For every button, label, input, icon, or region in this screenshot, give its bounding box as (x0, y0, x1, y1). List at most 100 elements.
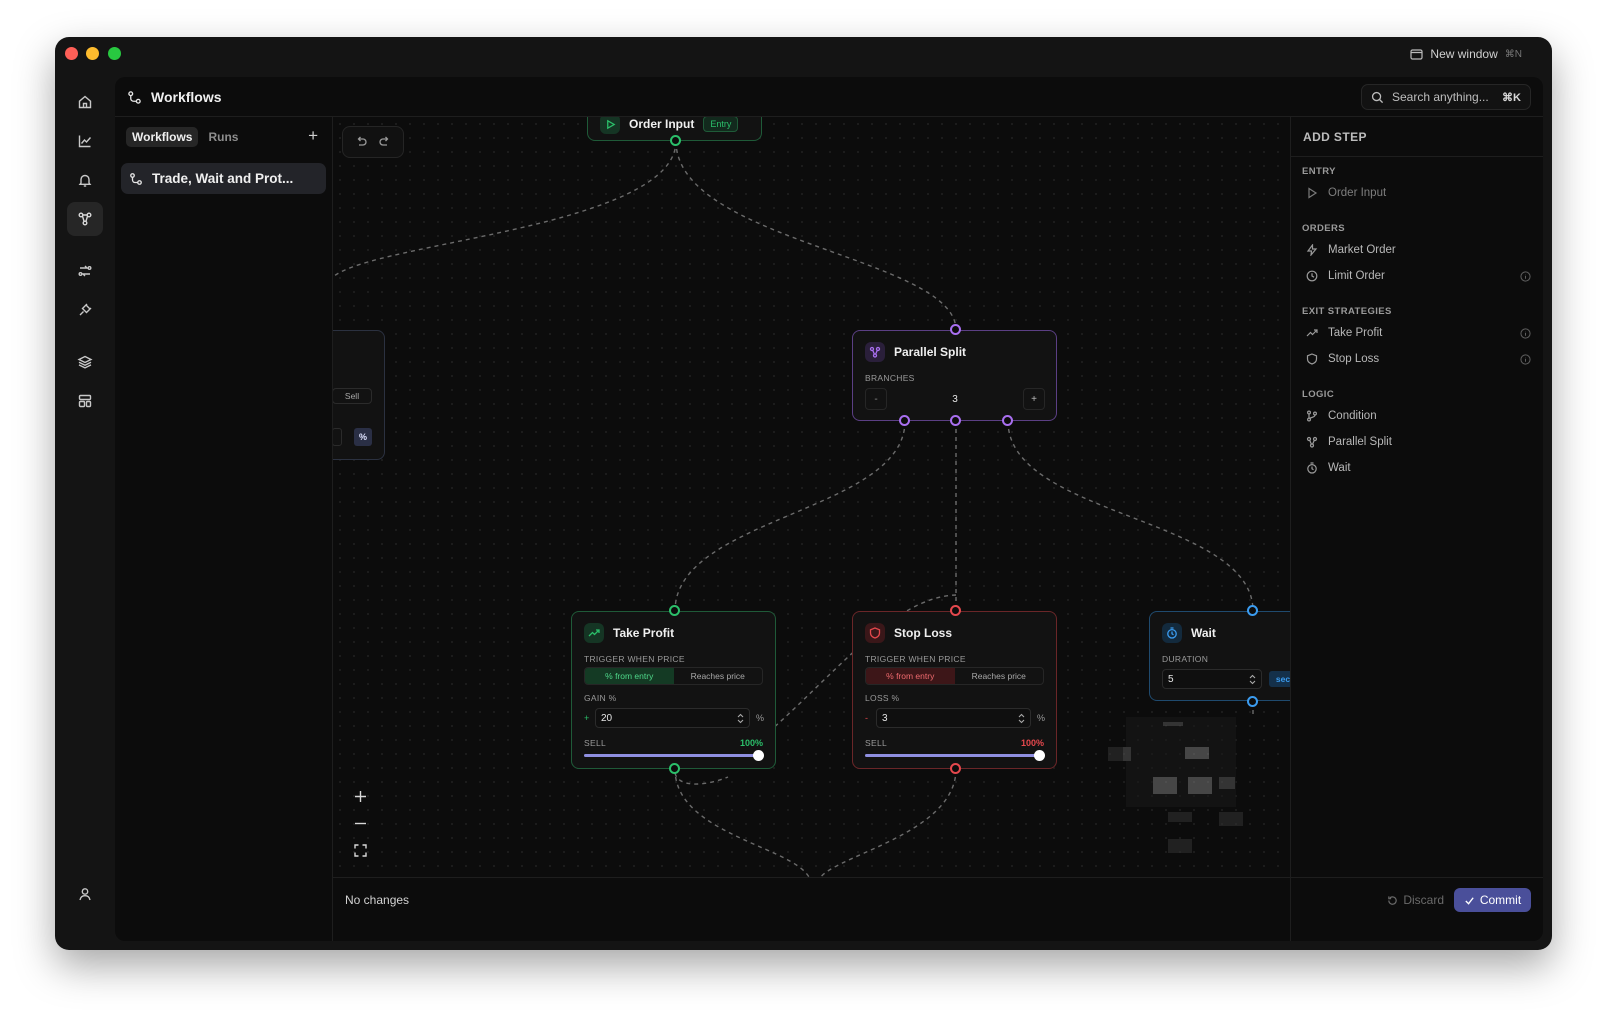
stop-loss-out-port[interactable] (950, 763, 961, 774)
minimap[interactable] (1108, 717, 1258, 867)
split-out-port-3[interactable] (1002, 415, 1013, 426)
redo-icon[interactable] (378, 135, 392, 149)
sell-slider-handle[interactable] (1034, 750, 1045, 761)
step-take-profit[interactable]: Take Profit (1306, 323, 1531, 343)
step-label: Condition (1328, 410, 1377, 422)
sell-label: SELL (865, 738, 887, 748)
branches-increment-button[interactable]: + (1023, 388, 1045, 410)
minimize-button[interactable] (86, 47, 99, 60)
split-in-port[interactable] (950, 324, 961, 335)
step-stop-loss[interactable]: Stop Loss (1306, 349, 1531, 369)
take-profit-in-port[interactable] (669, 605, 680, 616)
add-workflow-button[interactable]: + (308, 127, 318, 144)
parallel-split-node[interactable]: Parallel Split BRANCHES - 3 + (852, 330, 1057, 421)
workflow-icon (130, 172, 142, 185)
nav-charts[interactable] (67, 124, 103, 158)
nav-strategies[interactable] (67, 254, 103, 288)
duration-input[interactable]: 5 (1162, 669, 1262, 689)
connection-profit-back (674, 772, 729, 785)
step-condition[interactable]: Condition (1306, 406, 1531, 426)
plus-icon (355, 790, 366, 802)
nav-workflows[interactable] (67, 202, 103, 236)
info-icon[interactable] (1520, 327, 1531, 339)
stepper-icon[interactable] (1249, 674, 1256, 685)
info-icon[interactable] (1520, 270, 1531, 282)
maximize-button[interactable] (108, 47, 121, 60)
wait-node[interactable]: Wait DURATION 5 sec (1149, 611, 1290, 701)
parallel-split-title: Parallel Split (894, 345, 967, 359)
sell-label: SELL (584, 738, 606, 748)
fit-view-button[interactable] (347, 839, 374, 861)
step-market-order[interactable]: Market Order (1306, 240, 1531, 260)
page-title-text: Workflows (151, 89, 222, 105)
plug-icon (79, 303, 92, 316)
stepper-icon[interactable] (1018, 713, 1025, 724)
loss-value: 3 (882, 712, 888, 724)
panel-tabs: Workflows Runs (126, 127, 244, 147)
duration-unit-select[interactable]: sec (1269, 671, 1290, 687)
search-placeholder: Search anything... (1392, 90, 1489, 104)
undo-icon[interactable] (354, 135, 368, 149)
stepper-icon[interactable] (737, 713, 744, 724)
trigger-option-from-entry[interactable]: % from entry (866, 668, 955, 684)
workflow-canvas[interactable]: Sell % Order Input Entry Parallel Split (333, 117, 1290, 877)
wait-in-port[interactable] (1247, 605, 1258, 616)
workflow-list-item[interactable]: Trade, Wait and Prot... (121, 163, 326, 194)
trigger-option-reaches-price[interactable]: Reaches price (674, 668, 763, 684)
app-header: Workflows Search anything... ⌘K (115, 77, 1543, 117)
order-input-header: Order Input Entry (600, 117, 739, 134)
stop-loss-in-port[interactable] (950, 605, 961, 616)
timer-icon (1307, 462, 1317, 474)
branches-stepper: - 3 + (865, 388, 1045, 410)
sell-slider-track[interactable] (584, 750, 764, 761)
split-out-port-1[interactable] (899, 415, 910, 426)
step-wait[interactable]: Wait (1306, 458, 1531, 478)
step-limit-order[interactable]: Limit Order (1306, 266, 1531, 286)
trigger-toggle: % from entry Reaches price (584, 667, 763, 685)
gain-input[interactable]: 20 (595, 708, 750, 728)
shield-icon (1306, 353, 1318, 365)
new-window-button[interactable]: New window ⌘N (1410, 47, 1522, 61)
duration-value: 5 (1168, 673, 1174, 685)
fit-view-icon (354, 843, 367, 857)
tab-workflows[interactable]: Workflows (126, 127, 199, 147)
zoom-out-button[interactable] (347, 812, 374, 834)
tab-runs[interactable]: Runs (202, 127, 244, 147)
close-button[interactable] (65, 47, 78, 60)
trigger-option-from-entry[interactable]: % from entry (585, 668, 674, 684)
trigger-option-reaches-price[interactable]: Reaches price (955, 668, 1044, 684)
home-icon (78, 95, 92, 109)
nav-layers[interactable] (67, 345, 103, 379)
wait-out-port[interactable] (1247, 696, 1258, 707)
sell-value: 100% (739, 738, 763, 748)
search-input[interactable]: Search anything... ⌘K (1361, 84, 1531, 110)
stop-loss-node[interactable]: Stop Loss TRIGGER WHEN PRICE % from entr… (852, 611, 1057, 769)
zoom-in-button[interactable] (347, 785, 374, 807)
wait-header: Wait (1162, 623, 1216, 643)
take-profit-header: Take Profit (584, 623, 674, 643)
partial-stepper[interactable] (333, 428, 342, 446)
take-profit-node[interactable]: Take Profit TRIGGER WHEN PRICE % from en… (571, 611, 776, 769)
loss-input[interactable]: 3 (876, 708, 1031, 728)
gain-value: 20 (601, 712, 613, 724)
partial-order-node[interactable]: Sell % (333, 330, 385, 460)
split-out-port-2[interactable] (950, 415, 961, 426)
step-label: Take Profit (1328, 327, 1383, 339)
side-sell-button[interactable]: Sell (333, 388, 372, 404)
take-profit-out-port[interactable] (669, 763, 680, 774)
step-parallel-split[interactable]: Parallel Split (1306, 432, 1531, 452)
sell-slider-handle[interactable] (753, 750, 764, 761)
branches-decrement-button[interactable]: - (865, 388, 887, 410)
sell-slider-track[interactable] (865, 750, 1045, 761)
nav-profile[interactable] (67, 877, 103, 911)
sell-slider-fill (584, 754, 758, 757)
wait-title: Wait (1191, 626, 1216, 640)
order-input-out-port[interactable] (670, 135, 681, 146)
percent-unit-badge[interactable]: % (354, 428, 372, 446)
nav-alerts[interactable] (67, 163, 103, 197)
step-order-input[interactable]: Order Input (1306, 183, 1531, 203)
nav-home[interactable] (67, 85, 103, 119)
nav-integrations[interactable] (67, 293, 103, 327)
info-icon[interactable] (1520, 353, 1531, 365)
nav-layout[interactable] (67, 384, 103, 418)
